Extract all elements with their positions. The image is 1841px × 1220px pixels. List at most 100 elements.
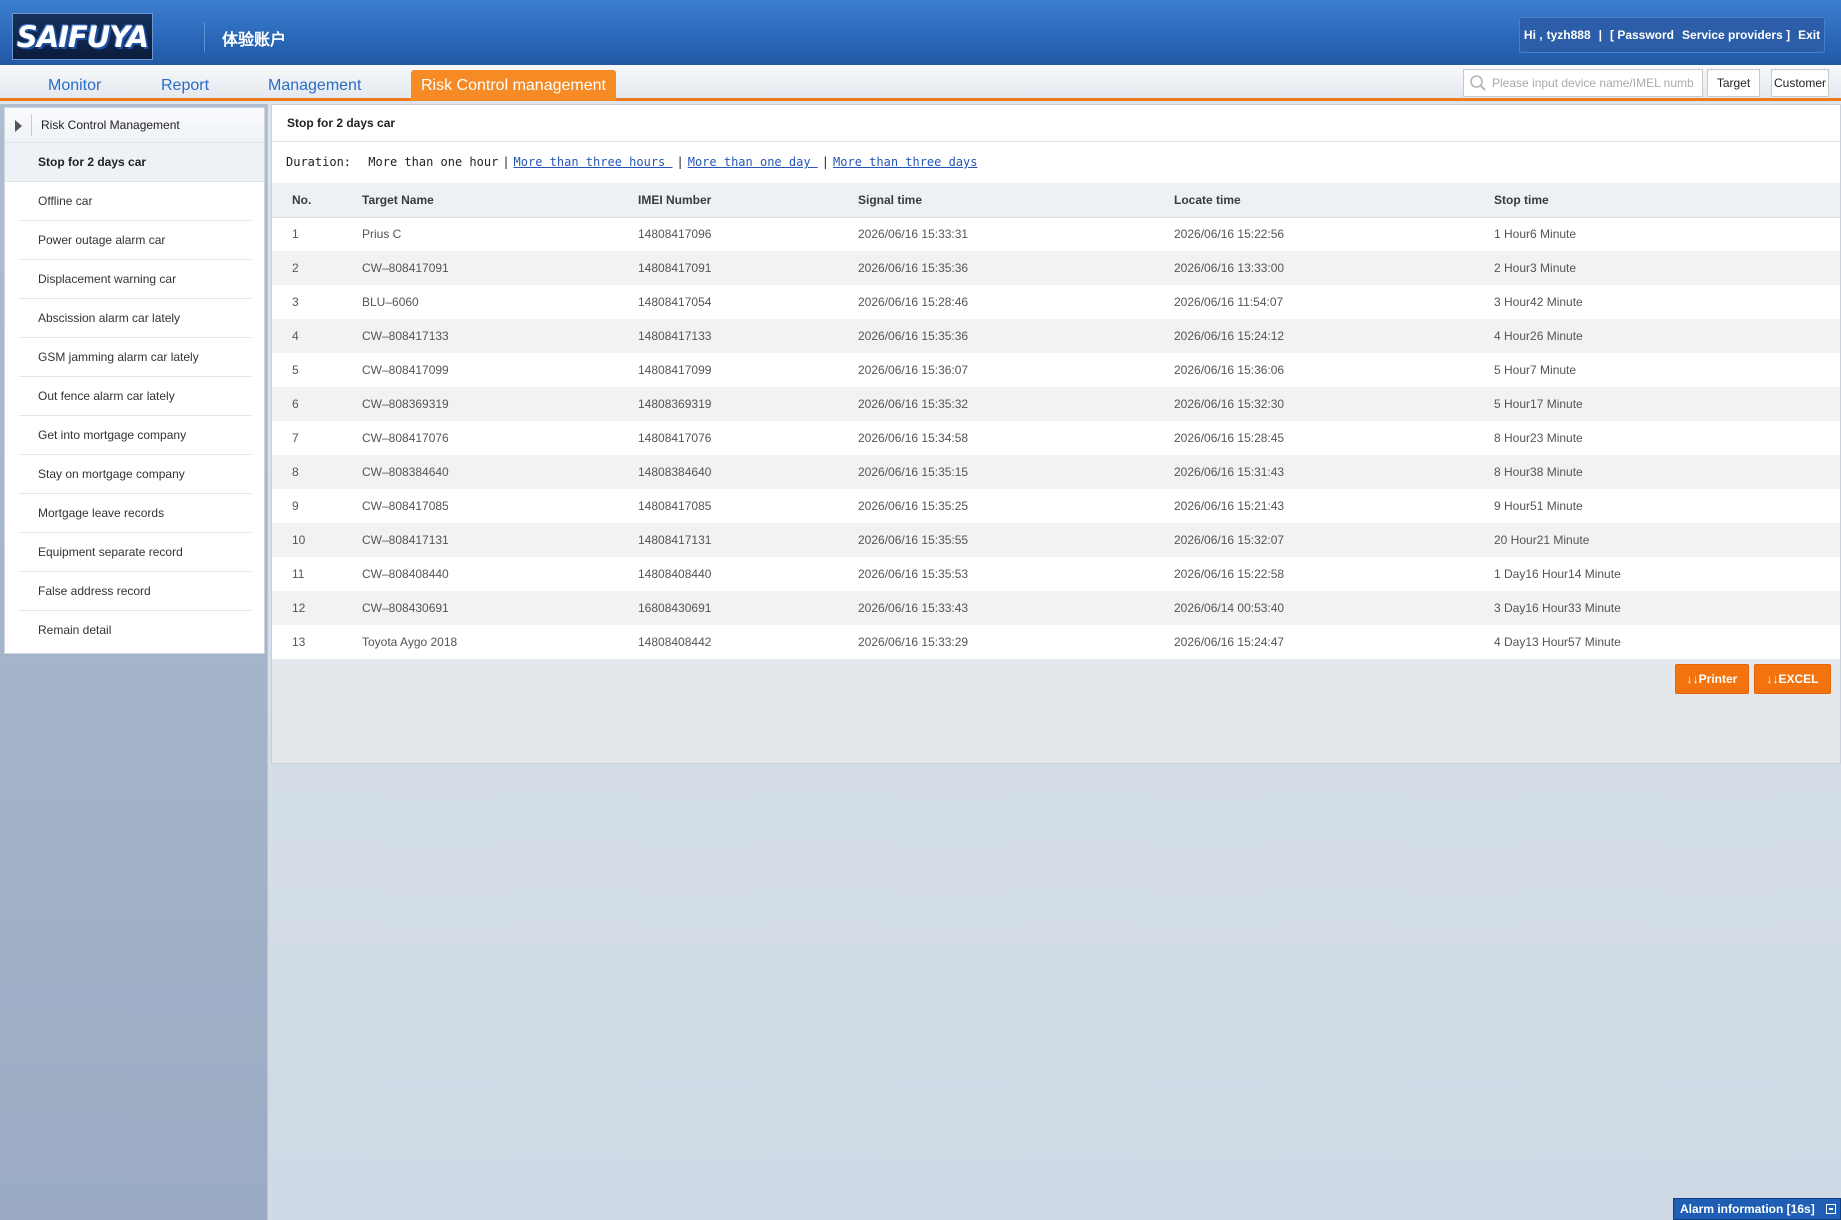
sidebar-item-power-outage[interactable]: Power outage alarm car bbox=[19, 221, 251, 260]
cell-no: 8 bbox=[272, 455, 362, 489]
cell-signal-time: 2026/06/16 15:36:07 bbox=[858, 353, 1174, 387]
tab-report[interactable]: Report bbox=[161, 70, 209, 101]
excel-export-button[interactable]: ↓↓EXCEL bbox=[1754, 664, 1831, 694]
cell-target-name: CW–808417076 bbox=[362, 421, 638, 455]
target-button[interactable]: Target bbox=[1707, 69, 1760, 97]
cell-imei: 14808408440 bbox=[638, 557, 858, 591]
cell-signal-time: 2026/06/16 15:35:36 bbox=[858, 319, 1174, 353]
cell-locate-time: 2026/06/16 15:28:45 bbox=[1174, 421, 1494, 455]
sidebar-item-out-fence[interactable]: Out fence alarm car lately bbox=[19, 377, 251, 416]
cell-imei: 14808369319 bbox=[638, 387, 858, 421]
duration-option-one-day[interactable]: More than one day bbox=[688, 155, 818, 169]
cell-no: 6 bbox=[272, 387, 362, 421]
logo-text: SAIFUYA bbox=[16, 19, 149, 54]
table-row[interactable]: 1 Prius C 14808417096 2026/06/16 15:33:31 20… bbox=[272, 217, 1840, 251]
logo: SAIFUYA bbox=[12, 13, 153, 60]
table-row[interactable]: 2 CW–808417091 14808417091 2026/06/16 15:35… bbox=[272, 251, 1840, 285]
cell-signal-time: 2026/06/16 15:35:36 bbox=[858, 251, 1174, 285]
cell-stop-time: 8 Hour38 Minute bbox=[1494, 455, 1840, 489]
sidebar-item-stay-on-mortgage[interactable]: Stay on mortgage company bbox=[19, 455, 251, 494]
table-row[interactable]: 11 CW–808408440 14808408440 2026/06/16 15:3… bbox=[272, 557, 1840, 591]
table-row[interactable]: 5 CW–808417099 14808417099 2026/06/16 15:36… bbox=[272, 353, 1840, 387]
cell-no: 11 bbox=[272, 557, 362, 591]
sidebar-item-offline[interactable]: Offline car bbox=[19, 182, 251, 221]
user-separator: | bbox=[1598, 28, 1602, 42]
table-header-row: No. Target Name IMEI Number Signal time … bbox=[272, 183, 1840, 218]
table-row[interactable]: 6 CW–808369319 14808369319 2026/06/16 15:35… bbox=[272, 387, 1840, 421]
tab-risk-control-management[interactable]: Risk Control management bbox=[411, 70, 616, 101]
cell-no: 3 bbox=[272, 285, 362, 319]
sidebar-panel: Risk Control Management Stop for 2 days … bbox=[4, 107, 265, 654]
cell-stop-time: 3 Hour42 Minute bbox=[1494, 285, 1840, 319]
alarm-info-label: Alarm information [16s] bbox=[1680, 1202, 1815, 1216]
tab-monitor[interactable]: Monitor bbox=[48, 70, 101, 101]
cell-target-name: CW–808384640 bbox=[362, 455, 638, 489]
service-providers-link[interactable]: Service providers ] bbox=[1682, 28, 1790, 42]
expand-arrow-icon[interactable] bbox=[15, 120, 22, 132]
sidebar-item-equipment-separate[interactable]: Equipment separate record bbox=[19, 533, 251, 572]
sidebar-header-divider bbox=[31, 114, 32, 136]
cell-locate-time: 2026/06/16 11:54:07 bbox=[1174, 285, 1494, 319]
sidebar-item-gsm-jamming[interactable]: GSM jamming alarm car lately bbox=[19, 338, 251, 377]
sidebar-header[interactable]: Risk Control Management bbox=[5, 108, 264, 143]
tab-management[interactable]: Management bbox=[268, 70, 361, 101]
table-row[interactable]: 4 CW–808417133 14808417133 2026/06/16 15:35… bbox=[272, 319, 1840, 353]
header-divider bbox=[204, 22, 205, 52]
duration-option-three-hours[interactable]: More than three hours bbox=[514, 155, 673, 169]
table-row[interactable]: 7 CW–808417076 14808417076 2026/06/16 15:34… bbox=[272, 421, 1840, 455]
cell-imei: 14808408442 bbox=[638, 625, 858, 659]
duration-option-one-hour[interactable]: More than one hour bbox=[368, 155, 498, 169]
table-row[interactable]: 3 BLU–6060 14808417054 2026/06/16 15:28:46 2… bbox=[272, 285, 1840, 319]
sidebar-item-mortgage-leave[interactable]: Mortgage leave records bbox=[19, 494, 251, 533]
col-header-no: No. bbox=[272, 183, 362, 218]
stopped-cars-table: No. Target Name IMEI Number Signal time … bbox=[272, 183, 1840, 659]
main-nav: Monitor Report Management Risk Control m… bbox=[0, 65, 1841, 101]
cell-stop-time: 1 Day16 Hour14 Minute bbox=[1494, 557, 1840, 591]
col-header-imei: IMEI Number bbox=[638, 183, 858, 218]
page-title: Stop for 2 days car bbox=[272, 105, 1840, 142]
cell-target-name: Prius C bbox=[362, 217, 638, 251]
table-row[interactable]: 13 Toyota Aygo 2018 14808408442 2026/06/16 … bbox=[272, 625, 1840, 659]
table-row[interactable]: 10 CW–808417131 14808417131 2026/06/16 15:3… bbox=[272, 523, 1840, 557]
cell-target-name: CW–808417091 bbox=[362, 251, 638, 285]
sidebar-item-get-into-mortgage[interactable]: Get into mortgage company bbox=[19, 416, 251, 455]
sidebar-item-stop-2-days[interactable]: Stop for 2 days car bbox=[5, 143, 264, 182]
exit-link[interactable]: Exit bbox=[1798, 28, 1820, 42]
user-box: Hi , tyzh888 | [ Password Service provid… bbox=[1519, 17, 1825, 53]
sidebar-item-displacement[interactable]: Displacement warning car bbox=[19, 260, 251, 299]
password-link[interactable]: [ Password bbox=[1610, 28, 1674, 42]
sidebar-item-false-address[interactable]: False address record bbox=[19, 572, 251, 611]
cell-stop-time: 9 Hour51 Minute bbox=[1494, 489, 1840, 523]
col-header-signal-time: Signal time bbox=[858, 183, 1174, 218]
cell-signal-time: 2026/06/16 15:33:31 bbox=[858, 217, 1174, 251]
table-row[interactable]: 9 CW–808417085 14808417085 2026/06/16 15:35… bbox=[272, 489, 1840, 523]
filter-separator: | bbox=[676, 155, 684, 169]
cell-locate-time: 2026/06/16 15:32:07 bbox=[1174, 523, 1494, 557]
col-header-locate-time: Locate time bbox=[1174, 183, 1494, 218]
cell-target-name: CW–808417131 bbox=[362, 523, 638, 557]
printer-button[interactable]: ↓↓Printer bbox=[1675, 664, 1749, 694]
search-input[interactable] bbox=[1492, 71, 1700, 95]
duration-option-three-days[interactable]: More than three days bbox=[833, 155, 978, 169]
cell-no: 12 bbox=[272, 591, 362, 625]
cell-signal-time: 2026/06/16 15:34:58 bbox=[858, 421, 1174, 455]
cell-target-name: CW–808417099 bbox=[362, 353, 638, 387]
sidebar-item-remain-detail[interactable]: Remain detail bbox=[19, 611, 251, 650]
table-row[interactable]: 8 CW–808384640 14808384640 2026/06/16 15:35… bbox=[272, 455, 1840, 489]
cell-stop-time: 3 Day16 Hour33 Minute bbox=[1494, 591, 1840, 625]
cell-signal-time: 2026/06/16 15:35:15 bbox=[858, 455, 1174, 489]
cell-signal-time: 2026/06/16 15:35:25 bbox=[858, 489, 1174, 523]
filter-separator: | bbox=[502, 155, 510, 169]
sidebar-item-abscission[interactable]: Abscission alarm car lately bbox=[19, 299, 251, 338]
cell-locate-time: 2026/06/16 15:21:43 bbox=[1174, 489, 1494, 523]
customer-button[interactable]: Customer bbox=[1771, 69, 1829, 97]
alarm-info-bar[interactable]: Alarm information [16s] bbox=[1673, 1198, 1841, 1220]
cell-signal-time: 2026/06/16 15:35:55 bbox=[858, 523, 1174, 557]
main-panel: Stop for 2 days car Duration: More than … bbox=[271, 104, 1841, 764]
minimize-icon[interactable] bbox=[1826, 1204, 1836, 1214]
cell-locate-time: 2026/06/16 13:33:00 bbox=[1174, 251, 1494, 285]
cell-imei: 14808417054 bbox=[638, 285, 858, 319]
cell-stop-time: 5 Hour7 Minute bbox=[1494, 353, 1840, 387]
cell-imei: 14808417091 bbox=[638, 251, 858, 285]
table-row[interactable]: 12 CW–808430691 16808430691 2026/06/16 15:3… bbox=[272, 591, 1840, 625]
